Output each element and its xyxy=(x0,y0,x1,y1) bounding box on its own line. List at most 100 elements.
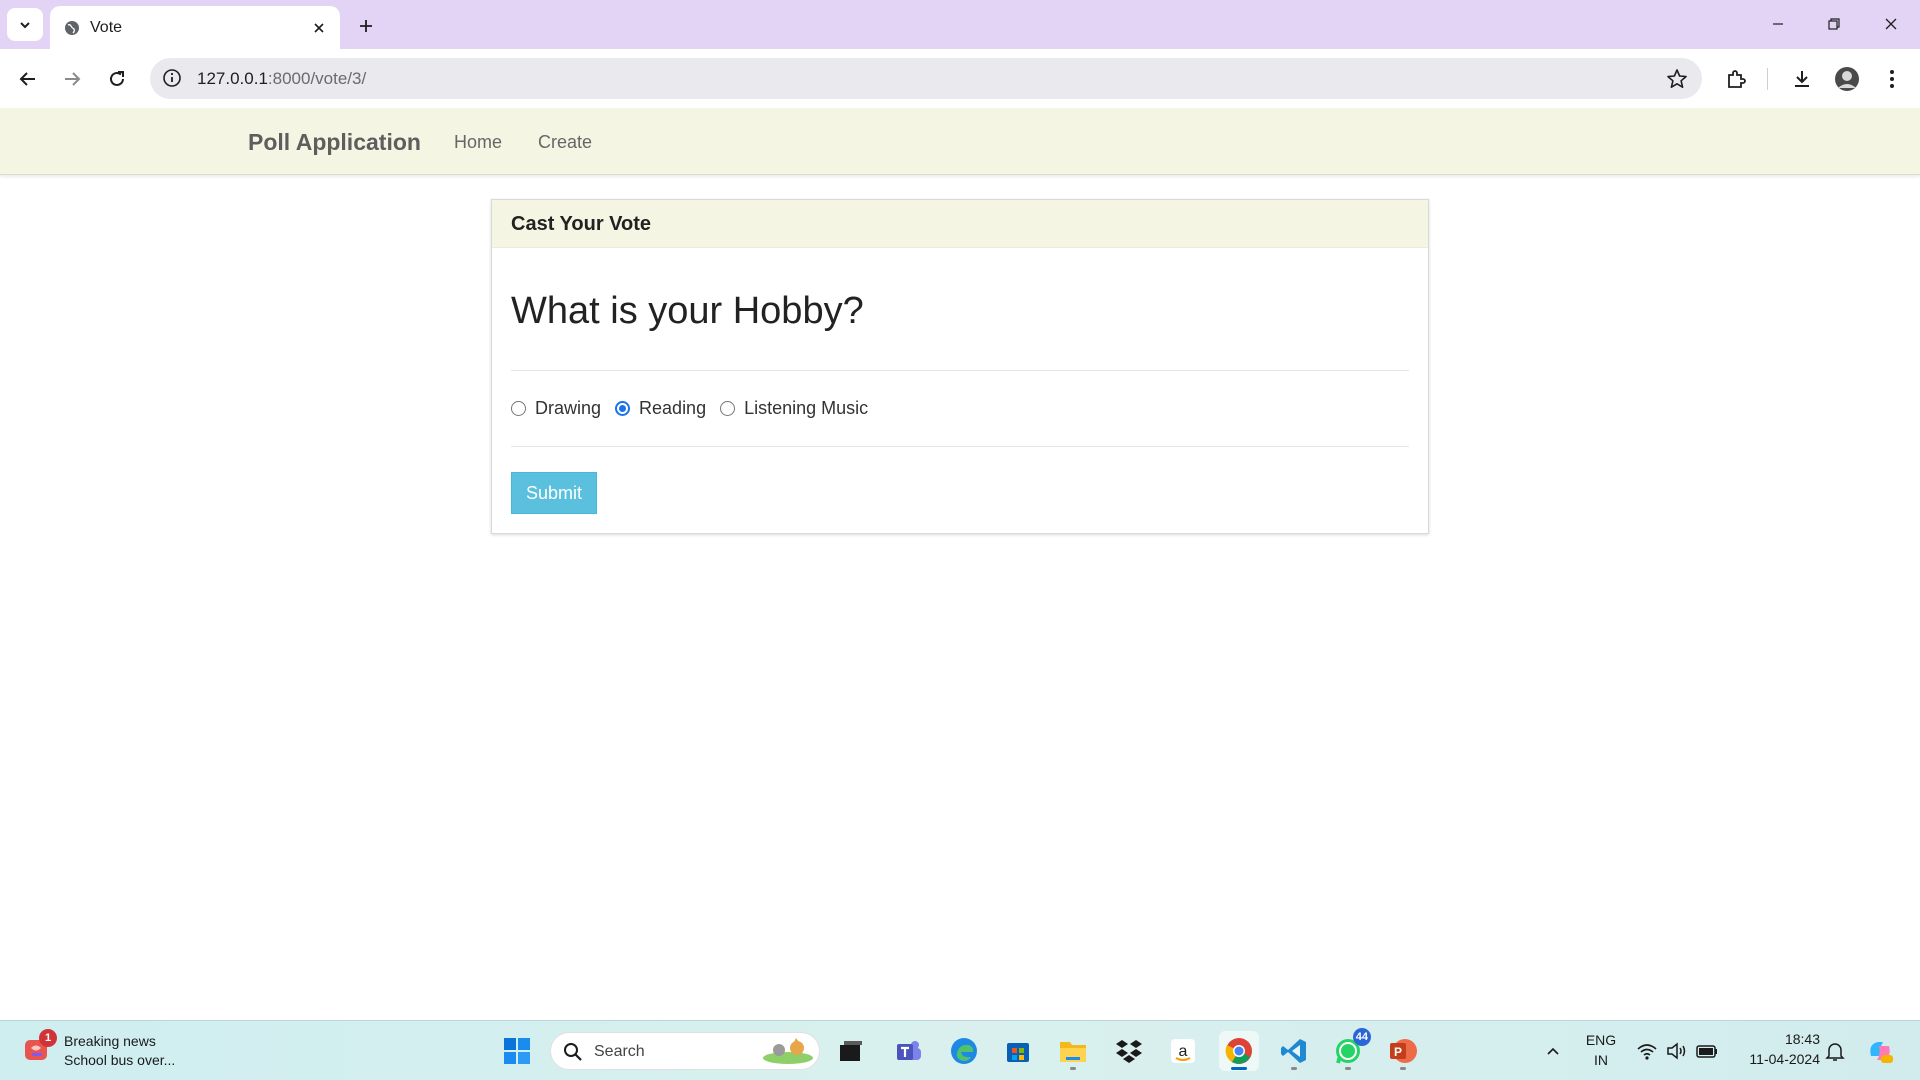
choice-label: Drawing xyxy=(535,398,602,418)
clock-date: 11-04-2024 xyxy=(1749,1051,1820,1067)
taskbar-app-vscode[interactable] xyxy=(1274,1031,1314,1071)
windows-logo-icon xyxy=(504,1038,530,1064)
card-header: Cast Your Vote xyxy=(492,200,1428,248)
choice-group: Drawing Reading Listening Music xyxy=(511,398,882,419)
browser-tab[interactable]: Vote xyxy=(50,6,340,49)
copilot-icon xyxy=(1870,1042,1893,1063)
notifications-button[interactable] xyxy=(1815,1031,1855,1071)
browser-tabstrip: Vote xyxy=(0,0,1920,49)
site-info-icon[interactable] xyxy=(162,68,182,93)
browser-toolbar: 127.0.0.1:8000/vote/3/ xyxy=(0,49,1920,108)
bell-icon xyxy=(1825,1043,1845,1061)
tray-overflow-button[interactable] xyxy=(1533,1031,1573,1071)
running-indicator xyxy=(1400,1067,1406,1070)
taskbar-app-chrome[interactable] xyxy=(1219,1031,1259,1071)
store-icon xyxy=(1007,1043,1029,1062)
toolbar-separator xyxy=(1767,68,1768,90)
taskbar-app-store[interactable] xyxy=(998,1031,1038,1071)
whatsapp-badge: 44 xyxy=(1352,1028,1371,1046)
bookmark-star-icon[interactable] xyxy=(1666,68,1688,95)
taskbar-app-powerpoint[interactable]: P xyxy=(1383,1031,1423,1071)
downloads-button[interactable] xyxy=(1786,63,1818,95)
volume-icon xyxy=(1667,1042,1686,1060)
choice-drawing[interactable]: Drawing xyxy=(511,398,601,419)
submit-button[interactable]: Submit xyxy=(511,472,597,514)
dropbox-icon xyxy=(1116,1040,1142,1063)
browser-menu-button[interactable] xyxy=(1876,63,1908,95)
choice-reading[interactable]: Reading xyxy=(615,398,706,419)
reload-icon xyxy=(110,71,124,86)
choice-listening-music[interactable]: Listening Music xyxy=(720,398,868,419)
edge-icon xyxy=(951,1038,977,1064)
chevron-up-icon xyxy=(1547,1047,1559,1055)
plus-icon xyxy=(360,20,372,32)
close-tab-icon[interactable] xyxy=(308,17,330,39)
taskbar-app-edge[interactable] xyxy=(944,1031,984,1071)
network-volume-battery[interactable] xyxy=(1632,1039,1722,1065)
folder-icon xyxy=(1060,1042,1086,1062)
profile-avatar[interactable] xyxy=(1831,63,1863,95)
puzzle-icon xyxy=(1728,70,1746,88)
url-path: :8000/vote/3/ xyxy=(267,69,367,88)
radio-reading[interactable] xyxy=(615,401,631,416)
poll-question: What is your Hobby? xyxy=(511,290,864,332)
minimize-icon xyxy=(1773,23,1783,25)
news-widget[interactable]: 1 Breaking news School bus over... xyxy=(22,1029,222,1072)
active-indicator xyxy=(1231,1067,1247,1070)
language-indicator[interactable]: ENG IN xyxy=(1583,1032,1619,1072)
region-code: IN xyxy=(1594,1052,1608,1068)
tab-title: Vote xyxy=(90,19,123,36)
download-icon xyxy=(1795,71,1809,87)
search-icon xyxy=(563,1042,583,1067)
minimize-button[interactable] xyxy=(1758,8,1798,40)
clock[interactable]: 18:43 11-04-2024 xyxy=(1734,1031,1820,1071)
forward-button[interactable] xyxy=(56,63,88,95)
radio-listening-music[interactable] xyxy=(720,401,736,416)
taskbar-app-file-explorer[interactable] xyxy=(1053,1031,1093,1071)
more-vertical-icon xyxy=(1890,70,1894,88)
start-button[interactable] xyxy=(497,1031,537,1071)
taskbar-app-task-view[interactable] xyxy=(831,1031,871,1071)
svg-text:P: P xyxy=(1394,1045,1402,1059)
windows-taskbar: 1 Breaking news School bus over... Searc… xyxy=(0,1020,1920,1080)
language-code: ENG xyxy=(1585,1032,1617,1048)
back-button[interactable] xyxy=(12,63,44,95)
restore-icon xyxy=(1828,18,1840,30)
search-highlight-image xyxy=(761,1036,815,1071)
amazon-icon: a xyxy=(1171,1039,1195,1063)
url-text: 127.0.0.1:8000/vote/3/ xyxy=(197,69,366,89)
divider xyxy=(511,370,1409,371)
taskbar-app-dropbox[interactable] xyxy=(1109,1031,1149,1071)
chevron-down-icon xyxy=(20,21,30,28)
app-brand[interactable]: Poll Application xyxy=(248,129,421,156)
wifi-icon xyxy=(1637,1044,1657,1060)
arrow-right-icon xyxy=(65,72,81,86)
taskbar-search[interactable]: Search xyxy=(550,1032,820,1070)
search-placeholder: Search xyxy=(594,1043,645,1060)
new-tab-button[interactable] xyxy=(352,12,380,40)
globe-icon xyxy=(64,20,80,41)
tab-search-button[interactable] xyxy=(7,8,43,41)
taskbar-app-whatsapp[interactable]: 44 xyxy=(1328,1028,1371,1071)
task-view-icon xyxy=(840,1041,862,1061)
running-indicator xyxy=(1291,1067,1297,1070)
address-bar[interactable]: 127.0.0.1:8000/vote/3/ xyxy=(150,58,1702,99)
close-window-button[interactable] xyxy=(1871,8,1911,40)
app-navbar: Poll Application Home Create xyxy=(0,108,1920,175)
running-indicator xyxy=(1345,1067,1351,1070)
nav-link-create[interactable]: Create xyxy=(538,132,592,153)
chrome-icon xyxy=(1225,1038,1252,1064)
taskbar-app-amazon[interactable]: a xyxy=(1163,1031,1203,1071)
restore-button[interactable] xyxy=(1814,8,1854,40)
divider xyxy=(511,446,1409,447)
url-host: 127.0.0.1 xyxy=(197,69,268,88)
taskbar-app-teams[interactable] xyxy=(889,1031,929,1071)
copilot-button[interactable] xyxy=(1860,1031,1900,1071)
extensions-button[interactable] xyxy=(1720,63,1752,95)
radio-drawing[interactable] xyxy=(511,401,526,416)
news-title: Breaking news xyxy=(64,1033,156,1049)
choice-label: Listening Music xyxy=(744,398,869,418)
reload-button[interactable] xyxy=(101,63,133,95)
arrow-left-icon xyxy=(19,72,35,86)
nav-link-home[interactable]: Home xyxy=(454,132,502,153)
